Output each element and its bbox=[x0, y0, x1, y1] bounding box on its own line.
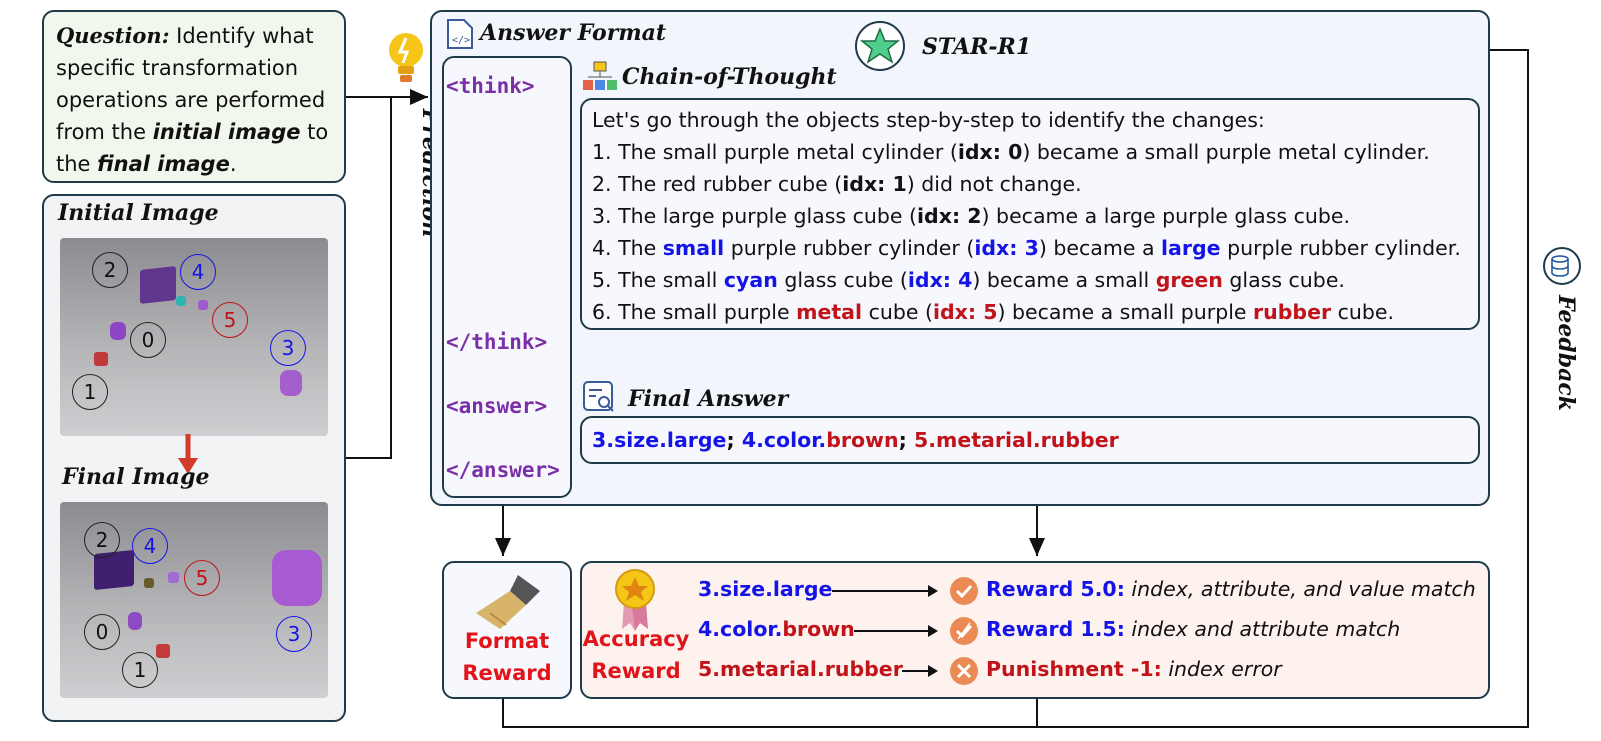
final-label-5: 5 bbox=[184, 560, 220, 596]
cot-intro: Let's go through the objects step-by-ste… bbox=[592, 108, 1265, 132]
green-glass-cube bbox=[144, 578, 154, 588]
question-box: Question: Identify what specific transfo… bbox=[42, 10, 346, 183]
answer-format-title: Answer Format bbox=[480, 20, 667, 46]
reward-row-3-pred: 5.metarial.rubber bbox=[698, 657, 903, 681]
cot-line-4: 4. The small purple rubber cylinder (idx… bbox=[592, 236, 1461, 260]
purple-rubber-cylinder bbox=[280, 370, 302, 396]
answer-open-tag: <answer> bbox=[446, 394, 548, 418]
purple-rubber-cube bbox=[168, 572, 179, 583]
question-line-5: the final image. bbox=[56, 152, 237, 176]
reward-row-2-arrow bbox=[854, 625, 938, 637]
reward-row-2-result: Reward 1.5: index and attribute match bbox=[986, 617, 1401, 641]
cot-line-3: 3. The large purple glass cube (idx: 2) … bbox=[592, 204, 1350, 228]
final-image-title: Final Image bbox=[62, 464, 210, 490]
cot-line-2: 2. The red rubber cube (idx: 1) did not … bbox=[592, 172, 1082, 196]
accuracy-reward-box: Accuracy Reward 3.size.large Reward 5.0:… bbox=[580, 561, 1490, 699]
final-answer-text: 3.size.large; 4.color.brown; 5.metarial.… bbox=[592, 428, 1119, 452]
red-rubber-cube bbox=[94, 352, 108, 366]
final-label-3: 3 bbox=[276, 616, 312, 652]
question-line-3: operations are performed bbox=[56, 88, 326, 112]
final-answer-title: Final Answer bbox=[628, 386, 789, 412]
initial-label-0: 0 bbox=[130, 322, 166, 358]
reward-row-3-result: Punishment -1: index error bbox=[986, 657, 1282, 681]
initial-label-3: 3 bbox=[270, 330, 306, 366]
tag-column bbox=[442, 56, 572, 498]
purple-metal-cylinder bbox=[128, 612, 142, 630]
final-label-4: 4 bbox=[132, 528, 168, 564]
think-open-tag: <think> bbox=[446, 74, 535, 98]
initial-label-2: 2 bbox=[92, 252, 128, 288]
initial-label-1: 1 bbox=[72, 374, 108, 410]
star-icon bbox=[855, 21, 905, 71]
code-file-icon: </> bbox=[447, 19, 473, 49]
initial-label-4: 4 bbox=[180, 254, 216, 290]
initial-image: 2 4 5 0 3 1 bbox=[60, 238, 328, 436]
answer-close-tag: </answer> bbox=[446, 458, 560, 482]
initial-image-title: Initial Image bbox=[58, 200, 219, 226]
final-label-0: 0 bbox=[84, 614, 120, 650]
cross-icon bbox=[950, 657, 978, 685]
reward-row-1-arrow bbox=[832, 585, 938, 597]
reward-row-1-pred: 3.size.large bbox=[698, 577, 833, 601]
cot-line-6: 6. The small purple metal cube (idx: 5) … bbox=[592, 300, 1395, 324]
final-answer-box: 3.size.large; 4.color.brown; 5.metarial.… bbox=[580, 416, 1480, 464]
purple-metal-cylinder bbox=[110, 322, 126, 340]
search-document-icon bbox=[583, 381, 614, 412]
format-reward-line-2: Reward bbox=[462, 661, 552, 685]
purple-glass-cube bbox=[140, 266, 176, 304]
final-label-1: 1 bbox=[122, 652, 158, 688]
check-icon bbox=[950, 577, 978, 605]
format-reward-box: Format Reward bbox=[442, 561, 572, 699]
final-image: 2 4 5 0 3 1 bbox=[60, 502, 328, 698]
red-rubber-cube bbox=[156, 644, 170, 658]
cyan-glass-cube bbox=[176, 296, 186, 306]
brush-icon bbox=[476, 575, 540, 629]
reward-row-3-arrow bbox=[902, 665, 938, 677]
feedback-label: Feedback bbox=[1553, 294, 1579, 412]
question-line-4: from the initial image to bbox=[56, 120, 329, 144]
flowchart-icon bbox=[583, 61, 617, 90]
model-name: STAR-R1 bbox=[922, 34, 1032, 60]
medal-icon bbox=[615, 569, 655, 631]
format-reward-line-1: Format bbox=[464, 629, 550, 653]
cot-line-5: 5. The small cyan glass cube (idx: 4) be… bbox=[592, 268, 1345, 292]
question-line-2: specific transformation bbox=[56, 56, 299, 80]
lightbulb-icon bbox=[389, 33, 423, 82]
initial-label-5: 5 bbox=[212, 302, 248, 338]
images-box: Initial Image 2 4 5 0 3 1 Final Image 2 … bbox=[42, 194, 346, 722]
accuracy-reward-line-1: Accuracy bbox=[582, 627, 690, 651]
cot-box: Let's go through the objects step-by-ste… bbox=[580, 98, 1480, 330]
purple-metal-cube bbox=[198, 300, 208, 310]
cot-title: Chain-of-Thought bbox=[622, 64, 837, 90]
reward-row-2-pred: 4.color.brown bbox=[698, 617, 855, 641]
large-purple-cylinder bbox=[272, 550, 322, 606]
reward-row-1-result: Reward 5.0: index, attribute, and value … bbox=[986, 577, 1476, 601]
think-close-tag: </think> bbox=[446, 330, 548, 354]
partial-check-icon bbox=[950, 617, 978, 645]
database-icon bbox=[1543, 247, 1581, 285]
cot-line-1: 1. The small purple metal cylinder (idx:… bbox=[592, 140, 1430, 164]
question-line-1: Question: Identify what bbox=[56, 23, 314, 48]
accuracy-reward-line-2: Reward bbox=[591, 659, 681, 683]
svg-text:</>: </> bbox=[452, 35, 470, 46]
final-label-2: 2 bbox=[84, 522, 120, 558]
